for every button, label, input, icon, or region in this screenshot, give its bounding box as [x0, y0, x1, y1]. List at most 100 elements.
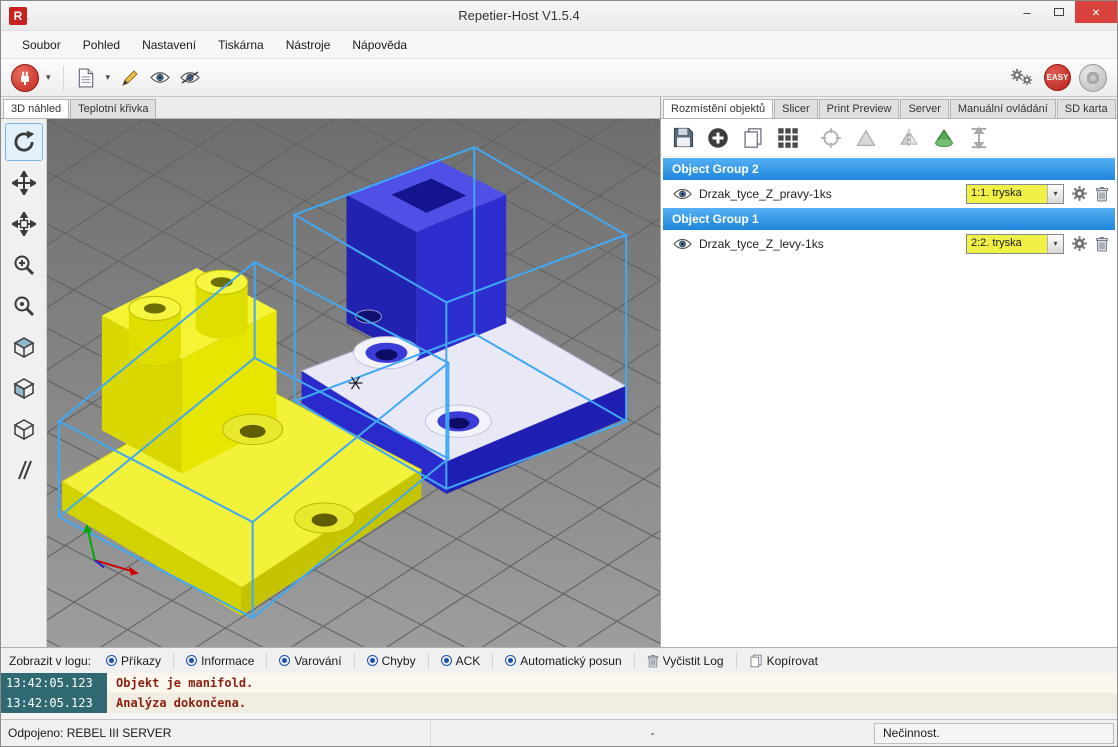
object-row[interactable]: Drzak_tyce_Z_levy-1ks 2:2. tryska ▾	[661, 230, 1117, 257]
show-travel-button[interactable]	[177, 64, 203, 92]
edit-gcode-button[interactable]	[117, 64, 143, 92]
load-button[interactable]	[73, 64, 99, 92]
log-timestamp: 13:42:05.123	[1, 693, 107, 713]
minimize-button[interactable]: –	[1011, 1, 1043, 23]
object-settings-button[interactable]	[1071, 235, 1088, 252]
filter-informace[interactable]: Informace	[179, 652, 261, 670]
filter-varovani[interactable]: Varování	[272, 652, 348, 670]
mirror-object-button[interactable]	[895, 124, 923, 152]
copy-log-label: Kopírovat	[767, 654, 818, 668]
filter-label: Automatický posun	[520, 654, 621, 668]
cone-icon	[932, 127, 956, 149]
right-tabs: Rozmístění objektů Slicer Print Preview …	[661, 97, 1117, 119]
menu-pohled[interactable]: Pohled	[72, 33, 131, 57]
object-row[interactable]: Drzak_tyce_Z_pravy-1ks 1:1. tryska ▾	[661, 180, 1117, 207]
connect-dropdown-arrow[interactable]: ▾	[43, 72, 54, 83]
load-dropdown-arrow[interactable]: ▾	[103, 72, 114, 83]
tab-sd-karta[interactable]: SD karta	[1057, 99, 1116, 118]
clear-log-button[interactable]: Vyčistit Log	[640, 652, 731, 670]
close-button[interactable]: ×	[1075, 1, 1117, 23]
extruder-select[interactable]: 1:1. tryska ▾	[966, 184, 1064, 204]
add-object-button[interactable]	[704, 124, 732, 152]
tab-print-preview[interactable]: Print Preview	[819, 99, 900, 118]
log-area[interactable]: 13:42:05.123 Objekt je manifold. 13:42:0…	[1, 673, 1117, 719]
delete-object-button[interactable]	[1095, 236, 1109, 252]
zoom-fit-button[interactable]	[5, 287, 43, 325]
visibility-eye-icon[interactable]	[673, 238, 692, 250]
top-view-button[interactable]	[5, 410, 43, 448]
title-bar[interactable]: R Repetier-Host V1.5.4 – ×	[1, 1, 1117, 31]
filter-chyby[interactable]: Chyby	[360, 652, 423, 670]
plus-circle-icon	[707, 127, 729, 149]
menu-napoveda[interactable]: Nápověda	[341, 33, 418, 57]
menu-soubor[interactable]: Soubor	[11, 33, 72, 57]
save-button[interactable]	[669, 124, 697, 152]
zoom-in-button[interactable]	[5, 246, 43, 284]
app-window: R Repetier-Host V1.5.4 – × Soubor Pohled…	[0, 0, 1118, 747]
object-settings-button[interactable]	[1071, 185, 1088, 202]
center-object-button[interactable]	[817, 124, 845, 152]
radio-icon	[505, 655, 516, 666]
tab-manualni-ovladani[interactable]: Manuální ovládání	[950, 99, 1056, 118]
maximize-button[interactable]	[1043, 1, 1075, 23]
separator	[634, 653, 635, 669]
tab-rozmisteni-objektu[interactable]: Rozmístění objektů	[663, 99, 773, 119]
rotate-view-button[interactable]	[5, 123, 43, 161]
log-filter-label: Zobrazit v logu:	[9, 654, 97, 668]
menu-nastaveni[interactable]: Nastavení	[131, 33, 207, 57]
easy-mode-button[interactable]: EASY	[1044, 64, 1071, 91]
eye-icon	[150, 71, 170, 84]
copy-icon	[749, 654, 763, 668]
view-tool-strip	[1, 119, 47, 647]
toolbar-separator	[63, 66, 64, 90]
cut-object-button[interactable]	[930, 124, 958, 152]
filter-prikazy[interactable]: Příkazy	[99, 652, 168, 670]
gear-icon	[1071, 185, 1088, 202]
menu-bar: Soubor Pohled Nastavení Tiskárna Nástroj…	[1, 31, 1117, 59]
move-object-button[interactable]	[5, 205, 43, 243]
filter-ack[interactable]: ACK	[434, 652, 488, 670]
front-view-button[interactable]	[5, 369, 43, 407]
cube-front-icon	[12, 376, 36, 400]
parallel-lines-icon	[12, 458, 36, 482]
separator	[173, 653, 174, 669]
extruder-select[interactable]: 2:2. tryska ▾	[966, 234, 1064, 254]
main-toolbar: ▾ ▾	[1, 59, 1117, 97]
trash-icon	[647, 654, 659, 668]
filter-automaticky-posun[interactable]: Automatický posun	[498, 652, 628, 670]
emergency-stop-button[interactable]	[1079, 64, 1107, 92]
trash-icon	[1095, 236, 1109, 252]
separator	[428, 653, 429, 669]
connect-button[interactable]	[11, 64, 39, 92]
cube-wire-icon	[12, 417, 36, 441]
filter-label: Informace	[201, 654, 254, 668]
menu-tiskarna[interactable]: Tiskárna	[207, 33, 275, 57]
radio-icon	[186, 655, 197, 666]
object-group-header[interactable]: Object Group 2	[663, 158, 1115, 180]
menu-nastroje[interactable]: Nástroje	[275, 33, 342, 57]
isometric-view-button[interactable]	[5, 328, 43, 366]
measure-object-button[interactable]	[965, 124, 993, 152]
extruder-value: 2:2. tryska	[967, 235, 1047, 253]
gears-icon	[1010, 67, 1036, 89]
scale-object-button[interactable]	[852, 124, 880, 152]
visibility-eye-icon[interactable]	[673, 188, 692, 200]
tab-3d-nahled[interactable]: 3D náhled	[3, 99, 69, 119]
viewport-3d[interactable]	[47, 119, 660, 647]
combo-dropdown-icon[interactable]: ▾	[1047, 185, 1063, 203]
copy-object-button[interactable]	[739, 124, 767, 152]
tab-slicer[interactable]: Slicer	[774, 99, 818, 118]
filter-label: ACK	[456, 654, 481, 668]
tab-teplotni-krivka[interactable]: Teplotní křivka	[70, 99, 156, 118]
autoposition-button[interactable]	[774, 124, 802, 152]
tab-server[interactable]: Server	[900, 99, 948, 118]
delete-object-button[interactable]	[1095, 186, 1109, 202]
printer-settings-button[interactable]	[1010, 64, 1036, 92]
parallel-projection-button[interactable]	[5, 451, 43, 489]
show-filament-button[interactable]	[147, 64, 173, 92]
object-group-header[interactable]: Object Group 1	[663, 208, 1115, 230]
scene-3d	[47, 119, 660, 647]
copy-log-button[interactable]: Kopírovat	[742, 652, 825, 670]
combo-dropdown-icon[interactable]: ▾	[1047, 235, 1063, 253]
move-view-button[interactable]	[5, 164, 43, 202]
